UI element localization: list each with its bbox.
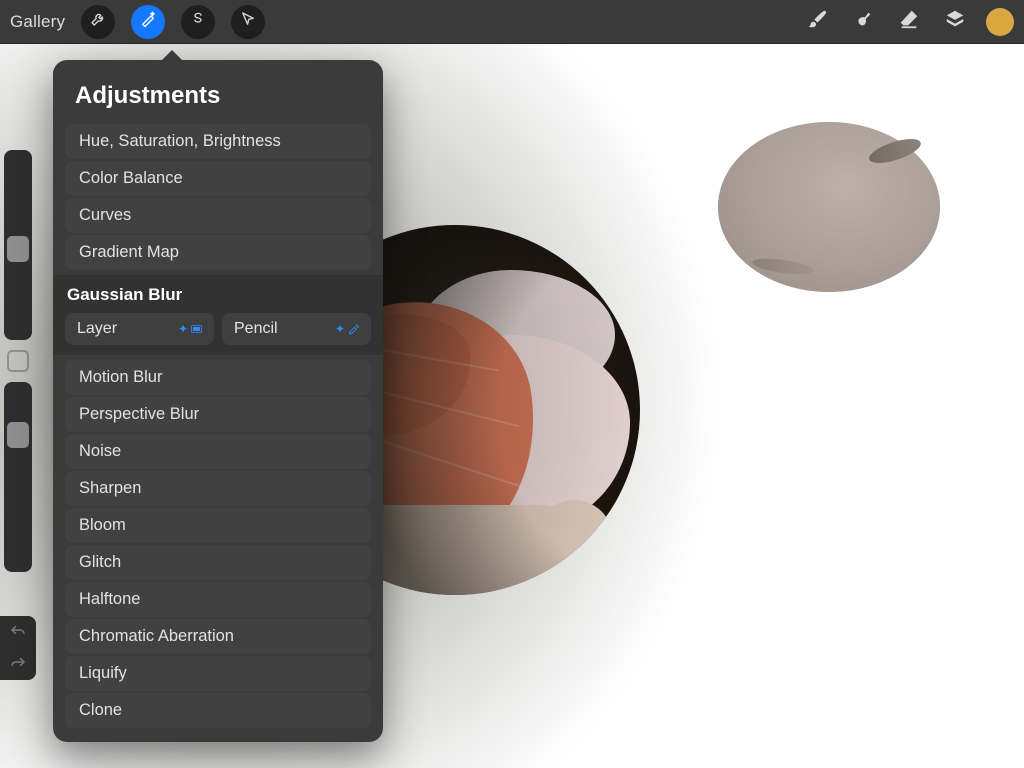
selection-s-icon <box>189 10 207 33</box>
adjustment-glitch[interactable]: Glitch <box>65 545 371 580</box>
adjustment-clone[interactable]: Clone <box>65 693 371 728</box>
gaussian-blur-layer-button[interactable]: Layer ✦ <box>65 313 214 345</box>
layer-mode-icon: ✦ <box>178 320 202 338</box>
mode-label: Layer <box>77 320 117 338</box>
smudge-icon <box>851 8 875 35</box>
artwork-plate <box>718 122 940 292</box>
brush-icon <box>805 8 829 35</box>
slider-thumb[interactable] <box>7 236 29 262</box>
magic-wand-icon <box>139 10 157 33</box>
actions-button[interactable] <box>81 5 115 39</box>
gallery-button[interactable]: Gallery <box>10 12 65 32</box>
undo-button[interactable] <box>0 616 36 648</box>
pencil-mode-icon: ✦ <box>335 320 359 338</box>
panel-title: Adjustments <box>65 78 371 124</box>
adjustments-list: Hue, Saturation, Brightness Color Balanc… <box>65 124 371 728</box>
mode-label: Pencil <box>234 320 278 338</box>
adjustment-color-balance[interactable]: Color Balance <box>65 161 371 196</box>
adjustment-bloom[interactable]: Bloom <box>65 508 371 543</box>
adjustment-gaussian-blur-expanded: Gaussian Blur Layer ✦ Pencil ✦ <box>53 275 383 355</box>
layers-button[interactable] <box>940 7 970 37</box>
undo-redo-group <box>0 616 36 680</box>
adjustments-button[interactable] <box>131 5 165 39</box>
transform-button[interactable] <box>231 5 265 39</box>
eraser-tool-button[interactable] <box>894 7 924 37</box>
adjustment-perspective-blur[interactable]: Perspective Blur <box>65 397 371 432</box>
adjustment-gradient-map[interactable]: Gradient Map <box>65 235 371 270</box>
adjustment-chromatic-aberration[interactable]: Chromatic Aberration <box>65 619 371 654</box>
selection-button[interactable] <box>181 5 215 39</box>
brush-tool-button[interactable] <box>802 7 832 37</box>
gaussian-blur-title: Gaussian Blur <box>65 281 371 313</box>
brush-size-slider[interactable] <box>4 150 32 340</box>
wrench-icon <box>89 10 107 33</box>
color-swatch-button[interactable] <box>986 8 1014 36</box>
adjustments-panel: Adjustments Hue, Saturation, Brightness … <box>53 60 383 742</box>
layers-icon <box>943 8 967 35</box>
left-sidebar <box>0 150 36 680</box>
adjustment-sharpen[interactable]: Sharpen <box>65 471 371 506</box>
smudge-tool-button[interactable] <box>848 7 878 37</box>
arrow-cursor-icon <box>239 10 257 33</box>
redo-icon <box>9 655 27 674</box>
adjustment-halftone[interactable]: Halftone <box>65 582 371 617</box>
gaussian-blur-pencil-button[interactable]: Pencil ✦ <box>222 313 371 345</box>
modify-square-button[interactable] <box>7 350 29 372</box>
adjustment-hue-saturation-brightness[interactable]: Hue, Saturation, Brightness <box>65 124 371 159</box>
undo-icon <box>9 623 27 642</box>
slider-thumb[interactable] <box>7 422 29 448</box>
adjustment-noise[interactable]: Noise <box>65 434 371 469</box>
adjustment-curves[interactable]: Curves <box>65 198 371 233</box>
top-toolbar: Gallery <box>0 0 1024 44</box>
eraser-icon <box>896 8 922 35</box>
adjustment-liquify[interactable]: Liquify <box>65 656 371 691</box>
opacity-slider[interactable] <box>4 382 32 572</box>
redo-button[interactable] <box>0 648 36 680</box>
adjustment-motion-blur[interactable]: Motion Blur <box>65 360 371 395</box>
